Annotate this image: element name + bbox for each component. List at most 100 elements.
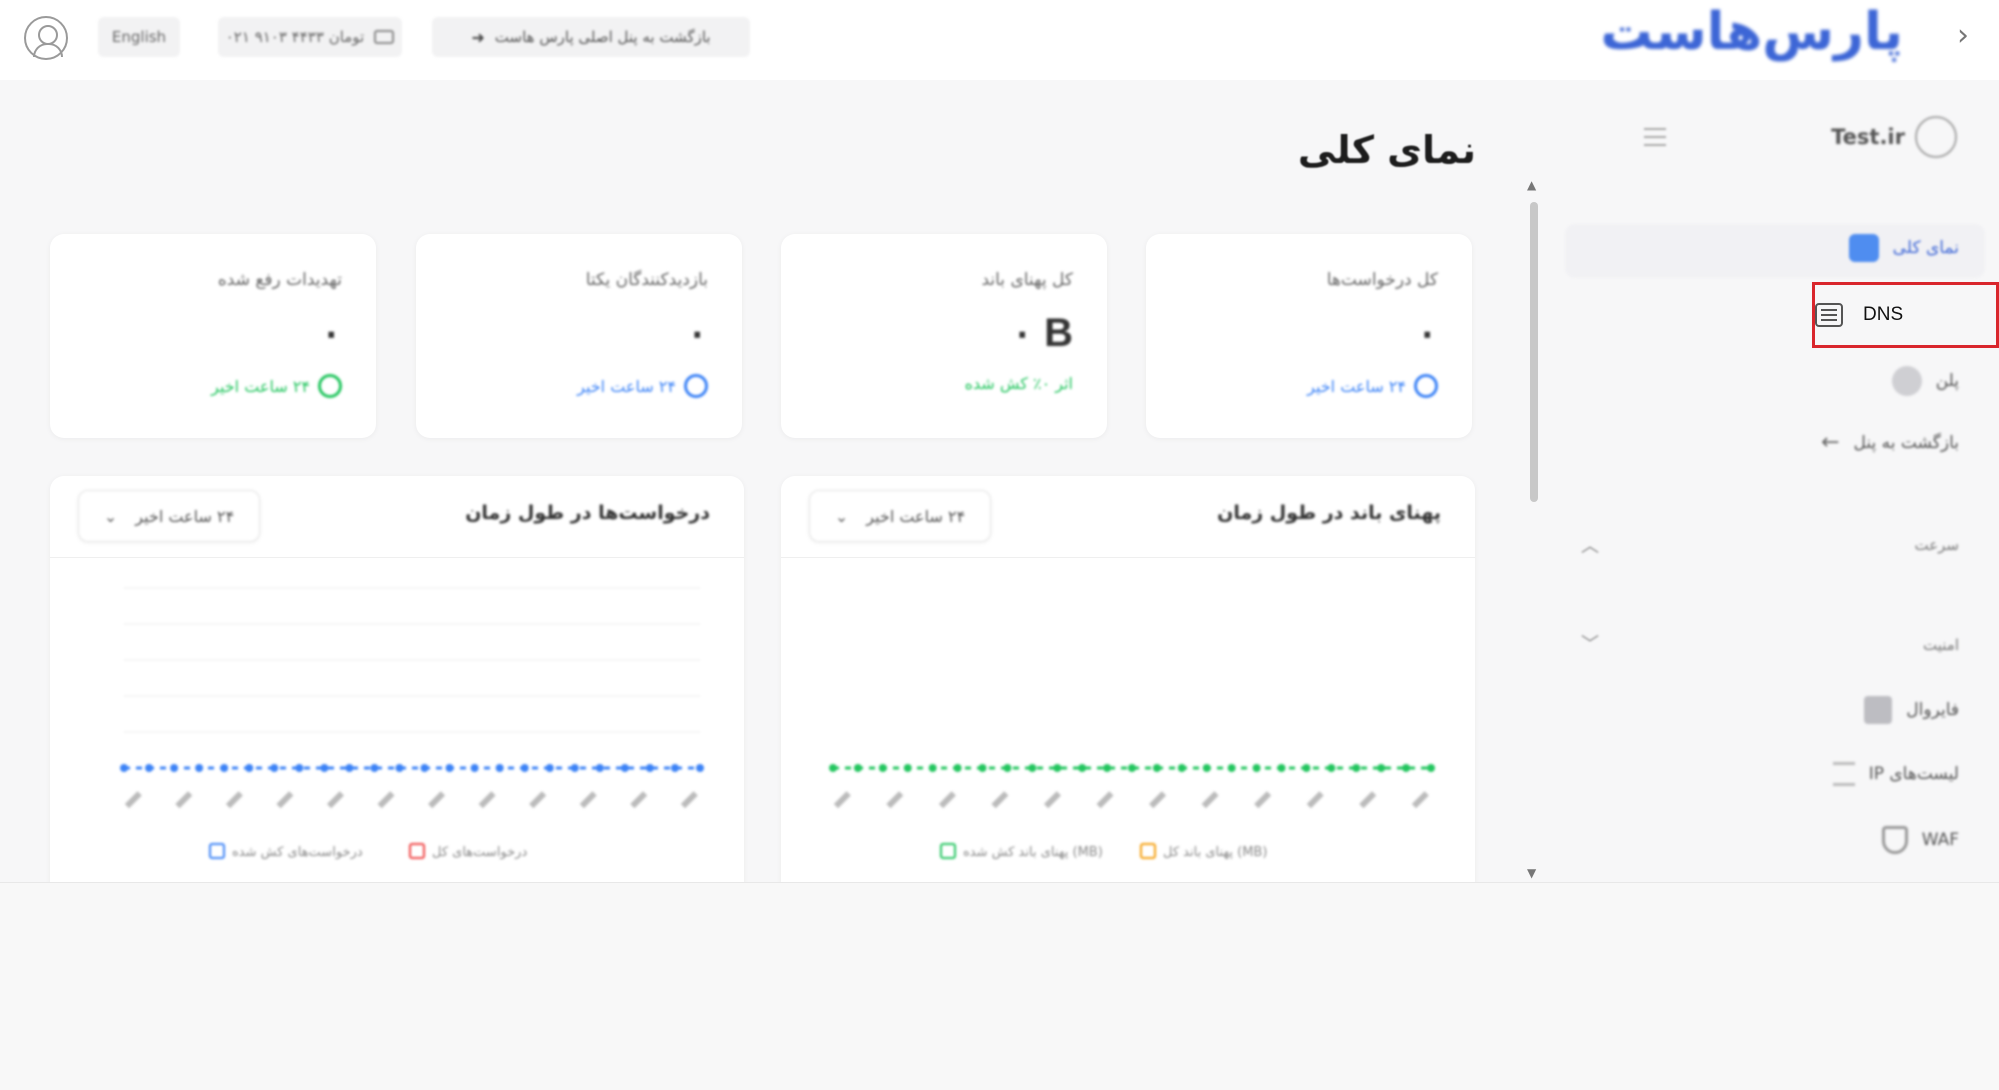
data-point [878, 764, 887, 772]
stat-footer: اثر ۰٪ کش شده [965, 374, 1073, 393]
x-tick-label [225, 791, 243, 809]
back-to-main-panel-label: بازگشت به پنل اصلی پارس هاست [494, 28, 711, 46]
chevron-right-icon[interactable]: › [1957, 18, 1969, 53]
data-point [645, 764, 654, 772]
data-point [1103, 764, 1112, 772]
data-point [829, 764, 837, 772]
stat-footer: ۲۴ ساعت اخیر [1307, 374, 1438, 398]
data-point [1277, 764, 1286, 772]
users-icon [684, 374, 708, 398]
sidebar-item-firewall[interactable]: فایروال [1864, 696, 1959, 724]
x-tick-label [175, 791, 193, 809]
data-point [545, 764, 554, 772]
stat-value: ۰ [1416, 311, 1438, 355]
scroll-up-icon[interactable]: ▲ [1527, 178, 1536, 192]
legend-label: پهنای باند کل (MB) [1163, 845, 1267, 860]
chevron-down-icon[interactable]: ﹀ [1581, 630, 1599, 656]
data-point [395, 764, 404, 772]
clock-icon [1414, 374, 1438, 398]
x-tick-label [1254, 791, 1272, 809]
balance-badge[interactable]: ۰۲۱ ۹۱۰۳ ۴۴۳۳ تومان [218, 17, 402, 57]
sidebar-collapse-icon[interactable] [1644, 128, 1666, 146]
shield-icon [1881, 826, 1908, 854]
brand-logo[interactable]: پارس‌هاست [1600, 2, 1904, 62]
sidebar-section-speed[interactable]: سرعت [1914, 536, 1959, 554]
data-point [1377, 764, 1386, 772]
x-tick-label [276, 791, 294, 809]
chart-header: پهنای باند در طول زمان ۲۴ ساعت اخیر ⌄ [781, 476, 1475, 558]
sidebar-section-security[interactable]: امنیت [1923, 636, 1959, 654]
stat-value: ۰ [320, 311, 342, 355]
data-point [145, 764, 154, 772]
data-point [370, 764, 379, 772]
x-tick-label [124, 791, 142, 809]
data-point [1302, 764, 1311, 772]
sidebar-item-label: بازگشت به پنل [1853, 432, 1959, 453]
data-point [1028, 764, 1037, 772]
sidebar-item-label: پلن [1935, 371, 1959, 391]
time-range-select[interactable]: ۲۴ ساعت اخیر ⌄ [809, 490, 991, 542]
chart-title: پهنای باند در طول زمان [1217, 502, 1441, 524]
legend-label: درخواست‌های کش شده [232, 845, 363, 860]
data-point [120, 764, 128, 772]
sidebar-user[interactable]: Test.ir [1831, 116, 1957, 158]
data-point [320, 764, 329, 772]
bandwidth-chart: پهنای باند کش شده (MB) پهنای باند کل (MB) [829, 764, 1435, 860]
scroll-down-icon[interactable]: ▼ [1527, 866, 1536, 880]
data-point [170, 764, 179, 772]
stat-card-total-requests: کل درخواست‌ها ۰ ۲۴ ساعت اخیر [1146, 234, 1472, 438]
sidebar-item-label: DNS [1863, 304, 1904, 325]
x-tick-label [529, 791, 547, 809]
sidebar-item-plan[interactable]: پلن [1891, 366, 1959, 396]
chart-card-bandwidth: پهنای باند در طول زمان ۲۴ ساعت اخیر ⌄ په… [781, 476, 1475, 896]
stat-card-unique-visitors: بازدیدکنندگان یکتا ۰ ۲۴ ساعت اخیر [416, 234, 742, 438]
back-to-main-panel-button[interactable]: بازگشت به پنل اصلی پارس هاست ➜ [432, 17, 750, 57]
chevron-up-icon[interactable]: ︿ [1581, 532, 1599, 558]
data-point [270, 764, 279, 772]
data-point [495, 764, 504, 772]
sidebar-item-waf[interactable]: WAF [1881, 826, 1959, 854]
sidebar-item-dns[interactable]: DNS [1812, 282, 1999, 348]
chart-title: درخواست‌ها در طول زمان [465, 502, 710, 524]
x-tick-label [1043, 791, 1061, 809]
x-tick-label [428, 791, 446, 809]
data-point [1227, 764, 1236, 772]
stat-card-threats-mitigated: تهدیدات رفع شده ۰ ۲۴ ساعت اخیر [50, 234, 376, 438]
data-point [1152, 764, 1161, 772]
x-tick-label [1201, 791, 1219, 809]
data-point [1352, 764, 1361, 772]
stat-title: کل درخواست‌ها [1326, 270, 1438, 290]
account-avatar-icon[interactable] [24, 16, 68, 60]
sidebar-item-ip-lists[interactable]: لیست‌های IP [1832, 762, 1959, 786]
time-range-value: ۲۴ ساعت اخیر [135, 506, 235, 526]
x-tick-label [938, 791, 956, 809]
data-point [520, 764, 529, 772]
x-tick-label [886, 791, 904, 809]
sidebar-item-back[interactable]: ← بازگشت به پنل [1821, 430, 1959, 455]
data-point [1402, 764, 1411, 772]
data-point [620, 764, 629, 772]
legend-swatch [409, 843, 425, 859]
stat-footer: ۲۴ ساعت اخیر [577, 374, 708, 398]
stat-title: کل پهنای باند [981, 270, 1073, 290]
scrollbar-thumb[interactable] [1530, 202, 1538, 502]
top-bar: English ۰۲۱ ۹۱۰۳ ۴۴۳۳ تومان بازگشت به پن… [0, 0, 1999, 80]
data-point [245, 764, 254, 772]
sidebar-item-label: لیست‌های IP [1868, 764, 1959, 784]
data-point [1327, 764, 1336, 772]
sidebar-item-overview[interactable]: نمای کلی [1848, 234, 1959, 262]
stat-footer-label: ۲۴ ساعت اخیر [577, 376, 676, 396]
language-switch-button[interactable]: English [98, 17, 180, 57]
chevron-down-icon: ⌄ [103, 506, 118, 526]
data-point [903, 764, 912, 772]
x-tick-label [1096, 791, 1114, 809]
legend-swatch [940, 843, 956, 859]
x-tick-label [1411, 791, 1429, 809]
time-range-select[interactable]: ۲۴ ساعت اخیر ⌄ [78, 490, 260, 542]
x-tick-label [326, 791, 344, 809]
stat-card-total-bandwidth: کل پهنای باند ۰ B اثر ۰٪ کش شده [781, 234, 1107, 438]
arrow-left-icon: ➜ [471, 27, 485, 47]
data-point [220, 764, 229, 772]
data-point [1177, 764, 1186, 772]
x-tick-label [579, 791, 597, 809]
